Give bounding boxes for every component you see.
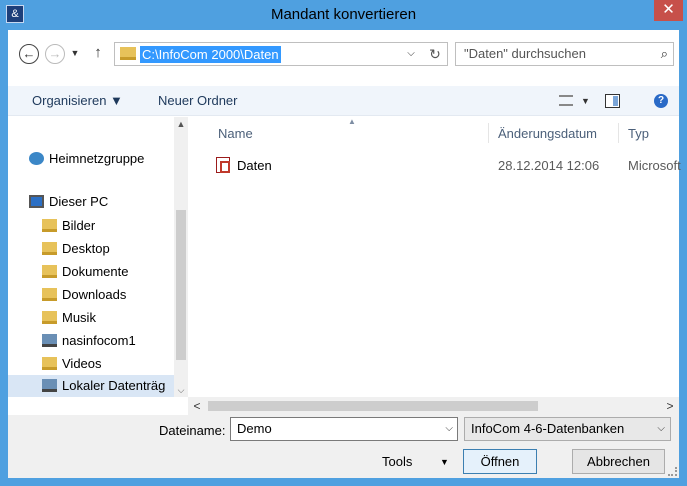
preview-pane-icon[interactable] (605, 94, 620, 108)
column-header-name[interactable]: Name (218, 125, 253, 143)
navigation-pane: Heimnetzgruppe Dieser PC Bilder Desktop … (8, 117, 188, 397)
access-db-icon (216, 157, 230, 173)
recent-locations-dropdown[interactable]: ▼ (65, 44, 85, 64)
folder-icon (120, 47, 136, 60)
help-icon[interactable]: ? (654, 94, 668, 108)
sidebar-item-videos[interactable]: Videos (42, 353, 102, 375)
sidebar-item-musik[interactable]: Musik (42, 307, 96, 329)
address-text[interactable]: C:\InfoCom 2000\Daten (140, 46, 281, 63)
file-list: Name ▲ Änderungsdatum Typ Daten 28.12.20… (188, 117, 681, 397)
sidebar-item-label: Musik (62, 310, 96, 325)
sidebar-item-desktop[interactable]: Desktop (42, 238, 110, 260)
search-input[interactable]: "Daten" durchsuchen ⌕ (455, 42, 674, 66)
sidebar-item-label: Lokaler Datenträg (62, 378, 166, 393)
sidebar-item-label: Heimnetzgruppe (49, 151, 145, 166)
close-button[interactable]: ✕ (654, 0, 683, 21)
file-type-filter[interactable]: InfoCom 4-6-Datenbanken ⌵ (464, 417, 671, 441)
title-bar: & Mandant konvertieren ✕ (0, 0, 687, 30)
sidebar-item-dokumente[interactable]: Dokumente (42, 261, 128, 283)
column-separator[interactable] (618, 123, 619, 143)
file-name: Daten (237, 158, 272, 173)
column-header-type[interactable]: Typ (628, 125, 649, 143)
file-row[interactable]: Daten 28.12.2014 12:06 Microsoft (216, 155, 681, 177)
forward-button[interactable]: → (45, 44, 65, 64)
organize-menu-button[interactable]: Organisieren ▼ (32, 86, 123, 116)
horizontal-scrollbar[interactable]: < > (188, 397, 679, 415)
navigation-bar: ← → ▼ ↑ C:\InfoCom 2000\Daten ⌵ ↻ "Daten… (8, 30, 679, 86)
network-drive-icon (42, 334, 57, 347)
folder-downloads-icon (42, 288, 57, 301)
sidebar-item-label: Videos (62, 356, 102, 371)
sidebar-item-nasinfocom1[interactable]: nasinfocom1 (42, 330, 136, 352)
tools-dropdown-icon: ▼ (440, 457, 449, 467)
sidebar-item-label: Bilder (62, 218, 96, 233)
folder-music-icon (42, 311, 57, 324)
sidebar-item-label: Dokumente (62, 264, 129, 279)
column-separator[interactable] (488, 123, 489, 143)
homegroup-icon (29, 152, 44, 165)
local-drive-icon (42, 379, 57, 392)
scroll-right-arrow[interactable]: > (661, 397, 679, 415)
filename-value[interactable]: Demo (237, 418, 272, 440)
command-toolbar: Organisieren ▼ Neuer Ordner ▼ ? (8, 86, 679, 116)
dialog-client: ← → ▼ ↑ C:\InfoCom 2000\Daten ⌵ ↻ "Daten… (8, 30, 681, 478)
address-dropdown-button[interactable]: ⌵ (401, 42, 421, 66)
scroll-down-arrow[interactable]: ⌵ (174, 383, 188, 397)
sidebar-scrollbar[interactable]: ▲ ⌵ (174, 117, 188, 397)
up-button[interactable]: ↑ (88, 44, 108, 64)
change-view-icon[interactable] (559, 95, 573, 106)
window-title: Mandant konvertieren (270, 6, 417, 23)
tools-label: Tools (382, 454, 413, 469)
file-type: Microsoft (628, 158, 681, 173)
chevron-down-icon[interactable]: ⌵ (657, 418, 665, 440)
dialog-window: & Mandant konvertieren ✕ ← → ▼ ↑ C:\Info… (0, 0, 687, 486)
tools-menu-button[interactable]: Tools ▼ (382, 451, 457, 473)
sidebar-item-dieser-pc[interactable]: Dieser PC (29, 191, 108, 213)
sort-indicator-icon: ▲ (348, 117, 356, 126)
file-modified: 28.12.2014 12:06 (498, 158, 600, 173)
dialog-footer: Dateiname: Demo ⌵ InfoCom 4-6-Datenbanke… (8, 415, 679, 478)
column-header-modified[interactable]: Änderungsdatum (498, 125, 597, 143)
scrollbar-thumb[interactable] (208, 401, 538, 411)
refresh-button[interactable]: ↻ (425, 42, 445, 66)
filename-dropdown-button[interactable]: ⌵ (445, 418, 453, 440)
sidebar-item-lokaler-datentraeger[interactable]: Lokaler Datenträg (42, 375, 165, 397)
filename-field[interactable]: Demo ⌵ (230, 417, 458, 441)
sidebar-item-heimnetzgruppe[interactable]: Heimnetzgruppe (29, 148, 144, 170)
resize-grip[interactable] (668, 467, 677, 476)
sidebar-item-label: Desktop (62, 241, 110, 256)
pc-icon (29, 195, 44, 208)
new-folder-button[interactable]: Neuer Ordner (158, 86, 237, 116)
sidebar-item-label: Dieser PC (49, 194, 109, 209)
folder-videos-icon (42, 357, 57, 370)
sidebar-item-downloads[interactable]: Downloads (42, 284, 126, 306)
open-button[interactable]: Öffnen (463, 449, 537, 474)
sidebar-item-label: nasinfocom1 (62, 333, 136, 348)
scroll-left-arrow[interactable]: < (188, 397, 206, 415)
cancel-button[interactable]: Abbrechen (572, 449, 665, 474)
folder-desktop-icon (42, 242, 57, 255)
sidebar-item-label: Downloads (62, 287, 127, 302)
scroll-up-arrow[interactable]: ▲ (174, 117, 188, 131)
search-placeholder: "Daten" durchsuchen (464, 46, 586, 61)
address-bar[interactable]: C:\InfoCom 2000\Daten (114, 42, 448, 66)
scrollbar-thumb[interactable] (176, 210, 186, 360)
back-button[interactable]: ← (19, 44, 39, 64)
sidebar-item-bilder[interactable]: Bilder (42, 215, 95, 237)
search-icon[interactable]: ⌕ (661, 43, 668, 65)
folder-pictures-icon (42, 219, 57, 232)
folder-documents-icon (42, 265, 57, 278)
view-dropdown[interactable]: ▼ (581, 86, 590, 116)
file-type-filter-value: InfoCom 4-6-Datenbanken (471, 421, 625, 436)
filename-label: Dateiname: (159, 423, 226, 438)
